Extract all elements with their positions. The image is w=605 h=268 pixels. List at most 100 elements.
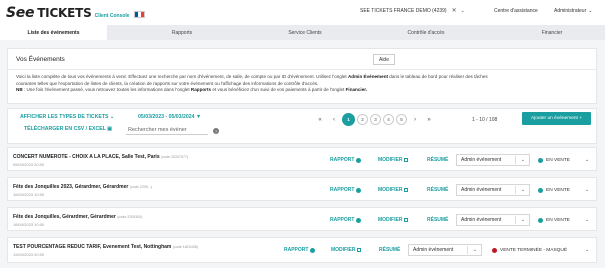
- summary-button[interactable]: RÉSUMÉ: [427, 187, 448, 193]
- report-button[interactable]: RAPPORT: [330, 157, 362, 163]
- edit-button[interactable]: MODIFIER: [378, 157, 409, 163]
- ticket-types-link[interactable]: AFFICHER LES TYPES DE TICKETS ⌄: [20, 114, 114, 120]
- event-name: Fête des Jonquilles, Gérardmer, Gérardme…: [13, 214, 116, 220]
- status-dot: [538, 157, 543, 163]
- ticket-types-label: AFFICHER LES TYPES DE TICKETS: [20, 114, 109, 120]
- edit-button[interactable]: MODIFIER: [331, 247, 362, 253]
- report-label: RAPPORT: [284, 247, 309, 253]
- report-button[interactable]: RAPPORT: [330, 217, 362, 223]
- edit-label: MODIFIER: [378, 157, 403, 163]
- tab-financial[interactable]: Financier: [499, 25, 605, 40]
- admin-event-select[interactable]: Admin événement ⌄: [408, 244, 482, 256]
- main-nav: Liste des événements Rapports Service Cl…: [0, 25, 605, 40]
- status-badge[interactable]: VENTE TERMINÉE - MASQUÉ: [492, 244, 584, 256]
- status-label: EN VENTE: [546, 217, 570, 223]
- intro-text-1c: dans le tableau de bord pour réaliser de…: [388, 74, 488, 79]
- event-code: (code 20337577): [161, 155, 189, 159]
- tab-access-control[interactable]: Contrôle d'accès: [353, 25, 499, 40]
- organization-selector[interactable]: SEE TICKETS FRANCE DEMO (4239) ✕ ⌄: [360, 7, 465, 15]
- chart-icon: [356, 187, 362, 193]
- status-badge[interactable]: EN VENTE: [538, 184, 584, 196]
- summary-button[interactable]: RÉSUMÉ: [427, 157, 448, 163]
- chevron-down-icon[interactable]: ⌄: [585, 187, 589, 193]
- edit-button[interactable]: MODIFIER: [378, 187, 409, 193]
- help-center-link[interactable]: Centre d'assistance: [494, 8, 538, 14]
- tab-events-list[interactable]: Liste des événements: [0, 25, 107, 40]
- help-button[interactable]: Aide: [373, 54, 395, 65]
- question-icon[interactable]: ?: [213, 128, 219, 134]
- close-icon[interactable]: ✕: [452, 7, 457, 14]
- download-icon: ▣: [107, 126, 113, 132]
- event-row: TEST POURCENTAGE REDUC TARIF, Evenement …: [7, 237, 597, 263]
- admin-event-label: Admin événement: [461, 157, 502, 163]
- intro-text-2: courantes telles que l'exportation de li…: [16, 80, 319, 86]
- page-button[interactable]: 2: [357, 114, 368, 125]
- page-button[interactable]: 4: [383, 114, 394, 125]
- event-title[interactable]: TEST POURCENTAGE REDUC TARIF, Evenement …: [13, 244, 198, 250]
- summary-button[interactable]: RÉSUMÉ: [427, 217, 448, 223]
- chevron-down-icon[interactable]: ⌄: [585, 217, 589, 223]
- intro-text-3d: Financier.: [345, 87, 368, 92]
- top-bar: See TICKETS Client Console SEE TICKETS F…: [0, 0, 605, 25]
- event-code: (code 1823438): [172, 245, 198, 249]
- next-page-icon[interactable]: ›: [408, 117, 422, 123]
- chart-icon: [310, 247, 316, 253]
- report-label: RAPPORT: [330, 217, 355, 223]
- summary-label: RÉSUMÉ: [379, 247, 401, 253]
- prev-page-icon[interactable]: ‹: [327, 117, 341, 123]
- add-event-button[interactable]: Ajouter un événement +: [522, 112, 591, 125]
- page-button[interactable]: 3: [370, 114, 381, 125]
- chevron-down-icon: ⌄: [472, 247, 477, 253]
- status-dot: [538, 187, 543, 193]
- status-badge[interactable]: EN VENTE: [538, 154, 584, 166]
- chevron-down-icon[interactable]: ⌄: [461, 8, 465, 14]
- search-input[interactable]: [126, 126, 208, 135]
- intro-text-nb: NB: [16, 87, 23, 92]
- report-button[interactable]: RAPPORT: [284, 247, 316, 253]
- chevron-down-icon[interactable]: ⌄: [585, 247, 589, 253]
- logo-see: See: [6, 4, 35, 21]
- event-code: (code 2209300): [117, 215, 143, 219]
- caret-down-icon: ▼: [196, 114, 202, 120]
- summary-label: RÉSUMÉ: [427, 217, 449, 223]
- admin-event-select[interactable]: Admin événement ⌄: [456, 214, 530, 226]
- see-tickets-logo[interactable]: See TICKETS Client Console: [6, 5, 145, 21]
- event-title[interactable]: Fête des Jonquilles, Gérardmer, Gérardme…: [13, 214, 142, 220]
- first-page-icon[interactable]: «: [313, 117, 327, 123]
- tab-reports[interactable]: Rapports: [107, 25, 257, 40]
- page-button[interactable]: 1: [342, 113, 355, 126]
- admin-event-select[interactable]: Admin événement ⌄: [456, 184, 530, 196]
- event-row: Fête des Jonquilles 2023, Gérardmer, Gér…: [7, 177, 597, 201]
- event-date: 16/04/2023 10:00: [13, 192, 45, 197]
- event-row: Fête des Jonquilles, Gérardmer, Gérardme…: [7, 207, 597, 231]
- chevron-down-icon[interactable]: ⌄: [585, 157, 589, 163]
- admin-event-label: Admin événement: [461, 187, 502, 193]
- edit-label: MODIFIER: [331, 247, 356, 253]
- status-label: EN VENTE: [546, 157, 570, 163]
- logo-tickets: TICKETS: [37, 5, 92, 20]
- event-name: Fête des Jonquilles 2023, Gérardmer, Gér…: [13, 184, 129, 190]
- chevron-down-icon: ⌄: [588, 8, 593, 14]
- intro-text: Voici la liste complète de tous vos évén…: [16, 74, 591, 94]
- summary-button[interactable]: RÉSUMÉ: [379, 247, 400, 253]
- event-title[interactable]: CONCERT NUMEROTE - CHOIX A LA PLACE, Sal…: [13, 154, 188, 160]
- report-button[interactable]: RAPPORT: [330, 187, 362, 193]
- logo-subtitle: Client Console: [94, 12, 130, 19]
- status-label: VENTE TERMINÉE - MASQUÉ: [500, 247, 568, 253]
- report-label: RAPPORT: [330, 187, 355, 193]
- admin-event-label: Admin événement: [413, 247, 454, 253]
- admin-event-select[interactable]: Admin événement ⌄: [456, 154, 530, 166]
- download-csv-link[interactable]: TÉLÉCHARGER EN CSV / EXCEL ▣: [24, 126, 112, 132]
- status-badge[interactable]: EN VENTE: [538, 214, 584, 226]
- intro-text-1a: Voici la liste complète de tous vos évén…: [16, 74, 348, 79]
- chart-icon: [356, 217, 362, 223]
- french-flag-icon[interactable]: [133, 10, 145, 18]
- admin-label: Administrateur: [554, 8, 587, 14]
- page-button[interactable]: 5: [396, 114, 407, 125]
- event-title[interactable]: Fête des Jonquilles 2023, Gérardmer, Gér…: [13, 184, 152, 190]
- edit-button[interactable]: MODIFIER: [378, 217, 409, 223]
- date-range-picker[interactable]: 05/03/2023 - 05/03/2024 ▼: [138, 114, 201, 120]
- admin-menu[interactable]: Administrateur ⌄: [554, 8, 592, 14]
- last-page-icon[interactable]: »: [422, 117, 436, 123]
- tab-customer-service[interactable]: Service Clients: [257, 25, 353, 40]
